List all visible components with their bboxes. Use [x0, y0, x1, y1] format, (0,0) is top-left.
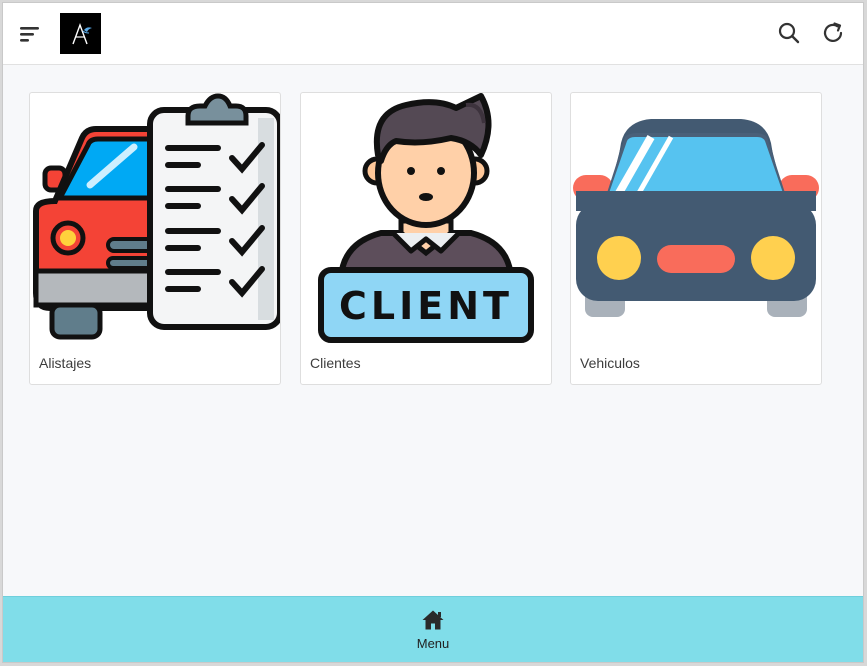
card-label: Clientes — [310, 355, 361, 371]
card-label: Vehiculos — [580, 355, 640, 371]
card-alistajes[interactable]: Alistajes — [29, 92, 281, 385]
card-vehiculos[interactable]: Vehiculos — [570, 92, 822, 385]
app-window: Alistajes CLIENT Clientes Vehiculos Menu — [2, 2, 864, 663]
search-icon[interactable] — [777, 21, 801, 45]
bottom-nav: Menu — [3, 596, 863, 662]
menu-nav-item[interactable]: Menu — [398, 609, 468, 657]
refresh-icon[interactable] — [821, 21, 845, 45]
card-label: Alistajes — [39, 355, 92, 371]
truck-checklist-illustration — [33, 93, 280, 340]
car-front-illustration — [573, 119, 819, 317]
hamburger-menu-icon[interactable] — [19, 24, 41, 44]
client-person-illustration: CLIENT — [318, 93, 534, 343]
card-clientes[interactable]: CLIENT Clientes — [300, 92, 552, 385]
client-sign-text: CLIENT — [339, 284, 513, 328]
top-bar — [3, 3, 863, 65]
home-icon — [422, 610, 444, 630]
menu-label: Menu — [416, 636, 450, 651]
brand-logo[interactable] — [60, 13, 101, 54]
